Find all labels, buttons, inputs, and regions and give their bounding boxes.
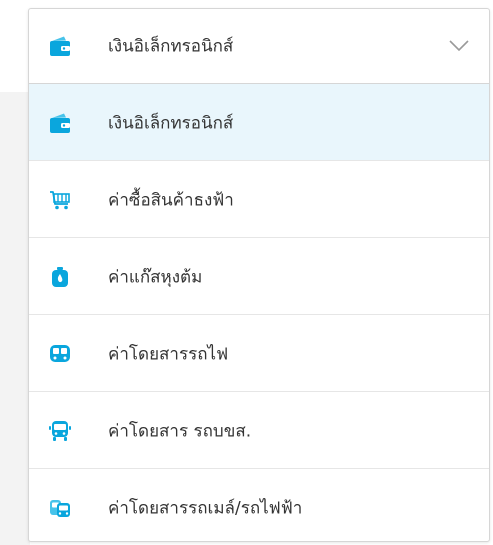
gas-cylinder-icon xyxy=(49,266,71,288)
option-cooking-gas[interactable]: ค่าแก๊สหุงต้ม xyxy=(29,238,489,315)
wallet-icon xyxy=(49,112,71,134)
option-city-bus-skytrain[interactable]: ค่าโดยสารรถเมล์/รถไฟฟ้า xyxy=(29,469,489,541)
background-panel xyxy=(0,92,30,545)
option-bus-fare[interactable]: ค่าโดยสาร รถบขส. xyxy=(29,392,489,469)
payment-type-dropdown: เงินอิเล็กทรอนิกส์ เงินอิเล็กทรอนิกส์ ค่… xyxy=(28,8,490,542)
bus-icon xyxy=(49,420,71,442)
chevron-down-icon[interactable] xyxy=(449,40,469,52)
payment-type-select[interactable]: เงินอิเล็กทรอนิกส์ xyxy=(29,9,489,84)
options-list: เงินอิเล็กทรอนิกส์ ค่าซื้อสินค้าธงฟ้า ค่… xyxy=(29,84,489,541)
wallet-icon xyxy=(49,35,71,57)
skytrain-icon xyxy=(49,497,71,519)
option-train-fare[interactable]: ค่าโดยสารรถไฟ xyxy=(29,315,489,392)
option-label: ค่าโดยสาร รถบขส. xyxy=(108,421,252,441)
option-label: ค่าโดยสารรถเมล์/รถไฟฟ้า xyxy=(108,498,303,518)
shopping-cart-icon xyxy=(49,189,71,211)
selected-value: เงินอิเล็กทรอนิกส์ xyxy=(108,36,234,57)
page: เงินอิเล็กทรอนิกส์ เงินอิเล็กทรอนิกส์ ค่… xyxy=(0,0,493,545)
option-label: ค่าซื้อสินค้าธงฟ้า xyxy=(108,190,234,210)
option-label: เงินอิเล็กทรอนิกส์ xyxy=(108,113,234,133)
train-icon xyxy=(49,343,71,365)
option-e-money[interactable]: เงินอิเล็กทรอนิกส์ xyxy=(29,84,489,161)
option-label: ค่าโดยสารรถไฟ xyxy=(108,344,229,364)
option-blue-flag-goods[interactable]: ค่าซื้อสินค้าธงฟ้า xyxy=(29,161,489,238)
option-label: ค่าแก๊สหุงต้ม xyxy=(108,267,203,287)
